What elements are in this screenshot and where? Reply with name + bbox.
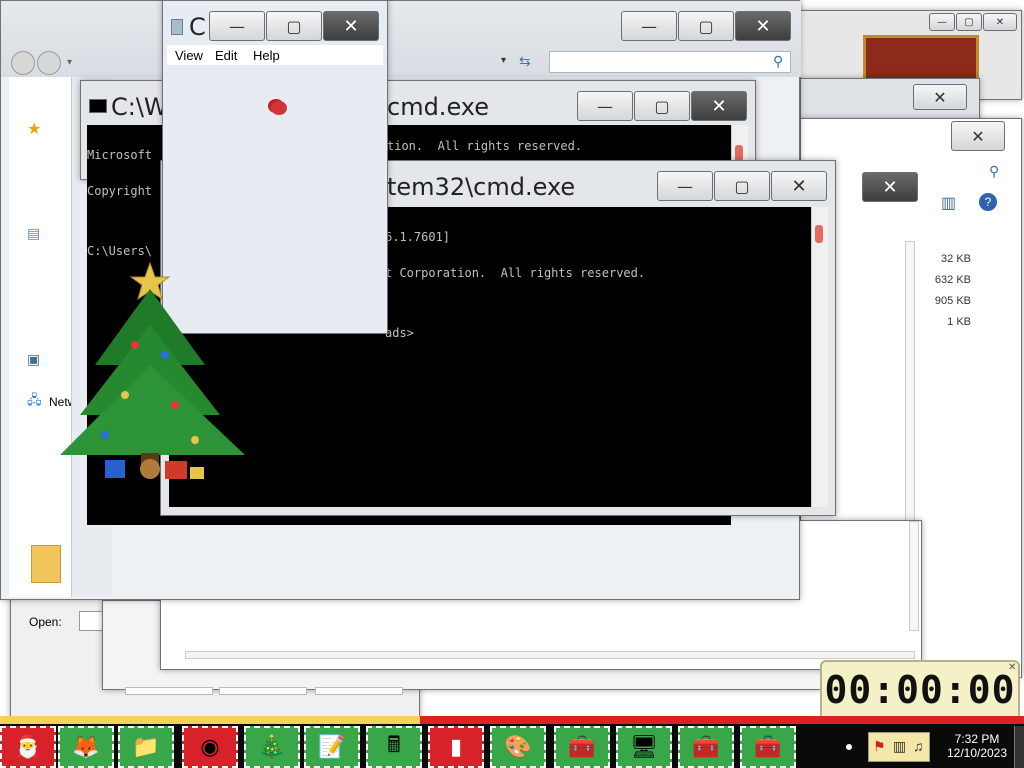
network-tray-icon[interactable]: ▥ <box>893 738 906 755</box>
libraries-icon[interactable]: ▤ <box>27 225 40 242</box>
menu-help[interactable]: Help <box>253 48 280 63</box>
toolbox-icon: 🧰 <box>754 734 782 759</box>
maximize-button[interactable]: ▢ <box>266 11 322 41</box>
maximize-button[interactable]: ▢ <box>956 13 982 31</box>
calculator-icon <box>171 19 183 35</box>
scrollbar-thumb[interactable] <box>815 225 823 243</box>
close-icon[interactable]: ✕ <box>1008 662 1016 673</box>
dialog-button[interactable] <box>219 687 307 695</box>
close-button[interactable]: ✕ <box>862 172 918 202</box>
file-size: 32 KB <box>941 253 971 265</box>
menu-bar: View Edit Help <box>167 45 383 65</box>
close-button[interactable]: ✕ <box>983 13 1017 31</box>
search-input[interactable] <box>549 51 791 73</box>
chevron-down-icon[interactable]: ▾ <box>501 55 506 66</box>
close-button[interactable]: ✕ <box>771 171 827 201</box>
toolbox-icon: 🧰 <box>568 734 596 759</box>
taskbar-button-explorer[interactable]: 📁 <box>118 726 174 768</box>
help-icon[interactable]: ? <box>979 193 997 211</box>
menu-view[interactable]: View <box>175 48 203 63</box>
santa-icon: 🎅 <box>14 734 42 759</box>
action-center-flag-icon[interactable]: ⚑ <box>873 738 886 755</box>
tree-icon: 🎄 <box>258 734 286 759</box>
mouse-cursor-ornament <box>271 101 287 115</box>
cmd-icon: ▮ <box>449 734 463 759</box>
search-icon[interactable]: ⚲ <box>989 163 999 180</box>
cmd-icon <box>89 99 107 113</box>
show-desktop-button[interactable] <box>1014 726 1024 768</box>
vertical-scrollbar[interactable] <box>811 207 828 507</box>
horizontal-scrollbar[interactable] <box>185 651 915 659</box>
file-size: 905 KB <box>934 295 971 307</box>
tray-dot-icon[interactable] <box>846 744 852 750</box>
dialog-button[interactable] <box>125 687 213 695</box>
window-title: C <box>189 13 206 41</box>
close-button[interactable]: ✕ <box>735 11 791 41</box>
forward-button[interactable] <box>37 51 61 75</box>
system-tray: ⚑ ▥ ♫ <box>836 726 944 768</box>
taskbar-button-control-panel[interactable]: 🖥 <box>616 726 672 768</box>
close-button[interactable]: ✕ <box>951 121 1005 151</box>
taskbar-button-firefox[interactable]: 🦊 <box>58 726 114 768</box>
close-button[interactable]: ✕ <box>323 11 379 41</box>
taskbar-button-chrome[interactable]: ◉ <box>182 726 238 768</box>
search-icon[interactable]: ⚲ <box>773 53 783 70</box>
open-label: Open: <box>29 615 62 629</box>
chrome-icon: ◉ <box>200 734 220 759</box>
computer-icon[interactable]: ▣ <box>27 351 40 368</box>
start-button[interactable]: 🎅 <box>0 726 56 768</box>
notepad-icon: 📝 <box>318 734 346 759</box>
maximize-button[interactable]: ▢ <box>678 11 734 41</box>
back-button[interactable] <box>11 51 35 75</box>
calculator-icon: 🖩 <box>387 732 401 757</box>
dialog-button[interactable] <box>315 687 403 695</box>
taskbar-clock[interactable]: 7:32 PM 12/10/2023 <box>944 732 1010 760</box>
minimize-button[interactable]: — <box>621 11 677 41</box>
clock-date: 12/10/2023 <box>946 746 1008 760</box>
window-title: tem32\cmd.exe <box>387 173 576 201</box>
stopwatch-display[interactable]: 00:00:00 <box>820 660 1020 720</box>
taskbar-button-toolbox-1[interactable]: 🧰 <box>554 726 610 768</box>
minimize-button[interactable]: — <box>209 11 265 41</box>
taskbar-button-notepad[interactable]: 📝 <box>304 726 360 768</box>
file-size: 632 KB <box>934 274 971 286</box>
toolbox-icon: 🧰 <box>692 734 720 759</box>
tray-icons-group: ⚑ ▥ ♫ <box>868 732 930 762</box>
taskbar-button-calculator[interactable]: 🖩 <box>366 726 422 768</box>
vertical-scrollbar[interactable] <box>909 521 919 631</box>
close-button[interactable]: ✕ <box>691 91 747 121</box>
clock-time: 7:32 PM <box>954 732 1000 746</box>
minimize-button[interactable]: — <box>577 91 633 121</box>
taskbar-button-cmd[interactable]: ▮ <box>428 726 484 768</box>
maximize-button[interactable]: ▢ <box>714 171 770 201</box>
paint-icon: 🎨 <box>504 734 532 759</box>
refresh-icon[interactable]: ⇆ <box>519 53 531 70</box>
network-icon[interactable]: 🖧 <box>27 391 42 413</box>
firefox-icon: 🦊 <box>72 734 100 759</box>
minimize-button[interactable]: — <box>657 171 713 201</box>
maximize-button[interactable]: ▢ <box>634 91 690 121</box>
folder-icon <box>31 545 61 583</box>
taskbar-button-xmas-tree[interactable]: 🎄 <box>244 726 300 768</box>
favorites-star-icon[interactable]: ★ <box>27 119 41 139</box>
window-title-right: cmd.exe <box>387 93 490 121</box>
minimize-button[interactable]: — <box>929 13 955 31</box>
control-panel-icon: 🖥 <box>630 734 658 759</box>
preview-pane-icon[interactable]: ▥ <box>941 193 956 213</box>
volume-icon[interactable]: ♫ <box>913 738 924 754</box>
window-title-left: C:\W <box>111 93 168 121</box>
folder-icon: 📁 <box>132 734 160 759</box>
taskbar-button-toolbox-2[interactable]: 🧰 <box>678 726 734 768</box>
console-line-tail: tion. All rights reserved. <box>387 139 583 153</box>
file-size: 1 KB <box>947 316 971 328</box>
menu-edit[interactable]: Edit <box>215 48 237 63</box>
close-button[interactable]: ✕ <box>913 84 967 110</box>
taskbar-button-paint[interactable]: 🎨 <box>490 726 546 768</box>
chevron-down-icon[interactable]: ▾ <box>67 57 72 68</box>
taskbar-button-toolbox-3[interactable]: 🧰 <box>740 726 796 768</box>
christmas-tree-decoration <box>55 255 255 495</box>
